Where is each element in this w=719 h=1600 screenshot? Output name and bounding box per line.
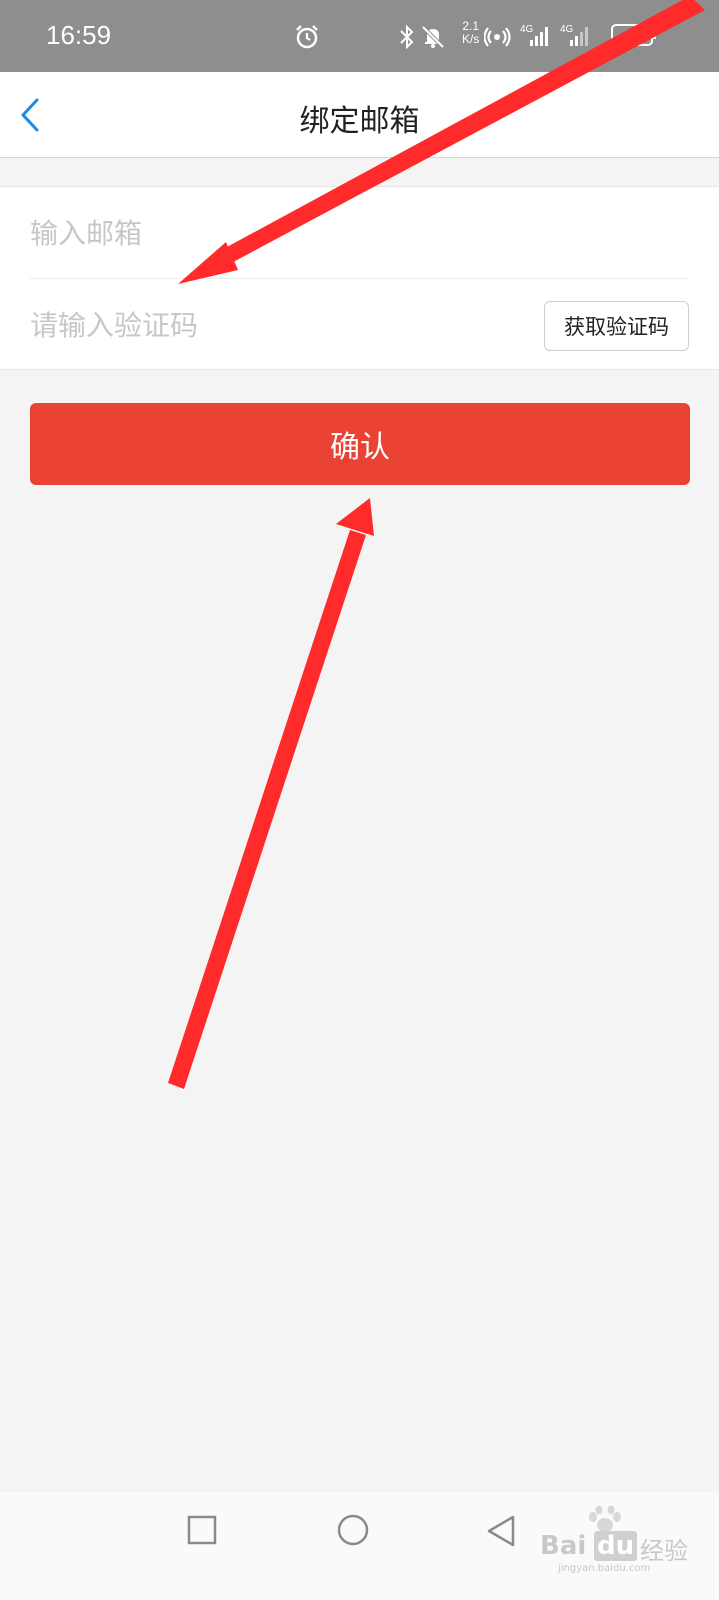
arrow-to-confirm-button <box>168 498 374 1089</box>
alarm-icon <box>296 25 318 49</box>
get-code-button[interactable]: 获取验证码 <box>544 301 689 351</box>
watermark-brand-cn: 经验 <box>640 1537 688 1565</box>
top-nav-bar: 绑定邮箱 <box>0 72 719 158</box>
signal-icon-2: 4G <box>560 24 588 46</box>
signal-2-label: 4G <box>560 24 574 35</box>
watermark-url: jingyan.baidu.com <box>558 1563 651 1574</box>
page-title: 绑定邮箱 <box>299 104 420 139</box>
recent-apps-icon[interactable] <box>186 1514 218 1546</box>
back-nav-icon[interactable] <box>485 1514 517 1548</box>
hotspot-icon <box>484 27 511 47</box>
code-row: 获取验证码 <box>30 279 689 371</box>
watermark-brand-du: du <box>594 1531 638 1561</box>
mute-bell-icon <box>421 25 445 49</box>
bind-email-form: 获取验证码 <box>0 186 719 371</box>
confirm-button[interactable]: 确认 <box>30 403 690 485</box>
speed-unit: K/s <box>462 32 480 46</box>
signal-1-label: 4G <box>520 24 534 35</box>
battery-level-text: 53 <box>625 28 639 43</box>
verification-code-input[interactable] <box>30 279 500 371</box>
bluetooth-icon <box>400 24 414 50</box>
watermark-brand: Bai <box>540 1531 587 1561</box>
email-input[interactable] <box>30 187 500 279</box>
home-icon[interactable] <box>336 1513 370 1547</box>
status-bar: 16:59 2.1 K/s 4G 4G 53 <box>0 0 719 72</box>
battery-icon: 53 <box>611 24 656 46</box>
baidu-jingyan-watermark: Bai du 经验 jingyan.baidu.com <box>540 1505 710 1575</box>
network-speed: 2.1 K/s <box>462 20 479 46</box>
email-row <box>30 187 689 279</box>
signal-icon-1: 4G <box>520 24 548 46</box>
status-time: 16:59 <box>46 20 112 50</box>
